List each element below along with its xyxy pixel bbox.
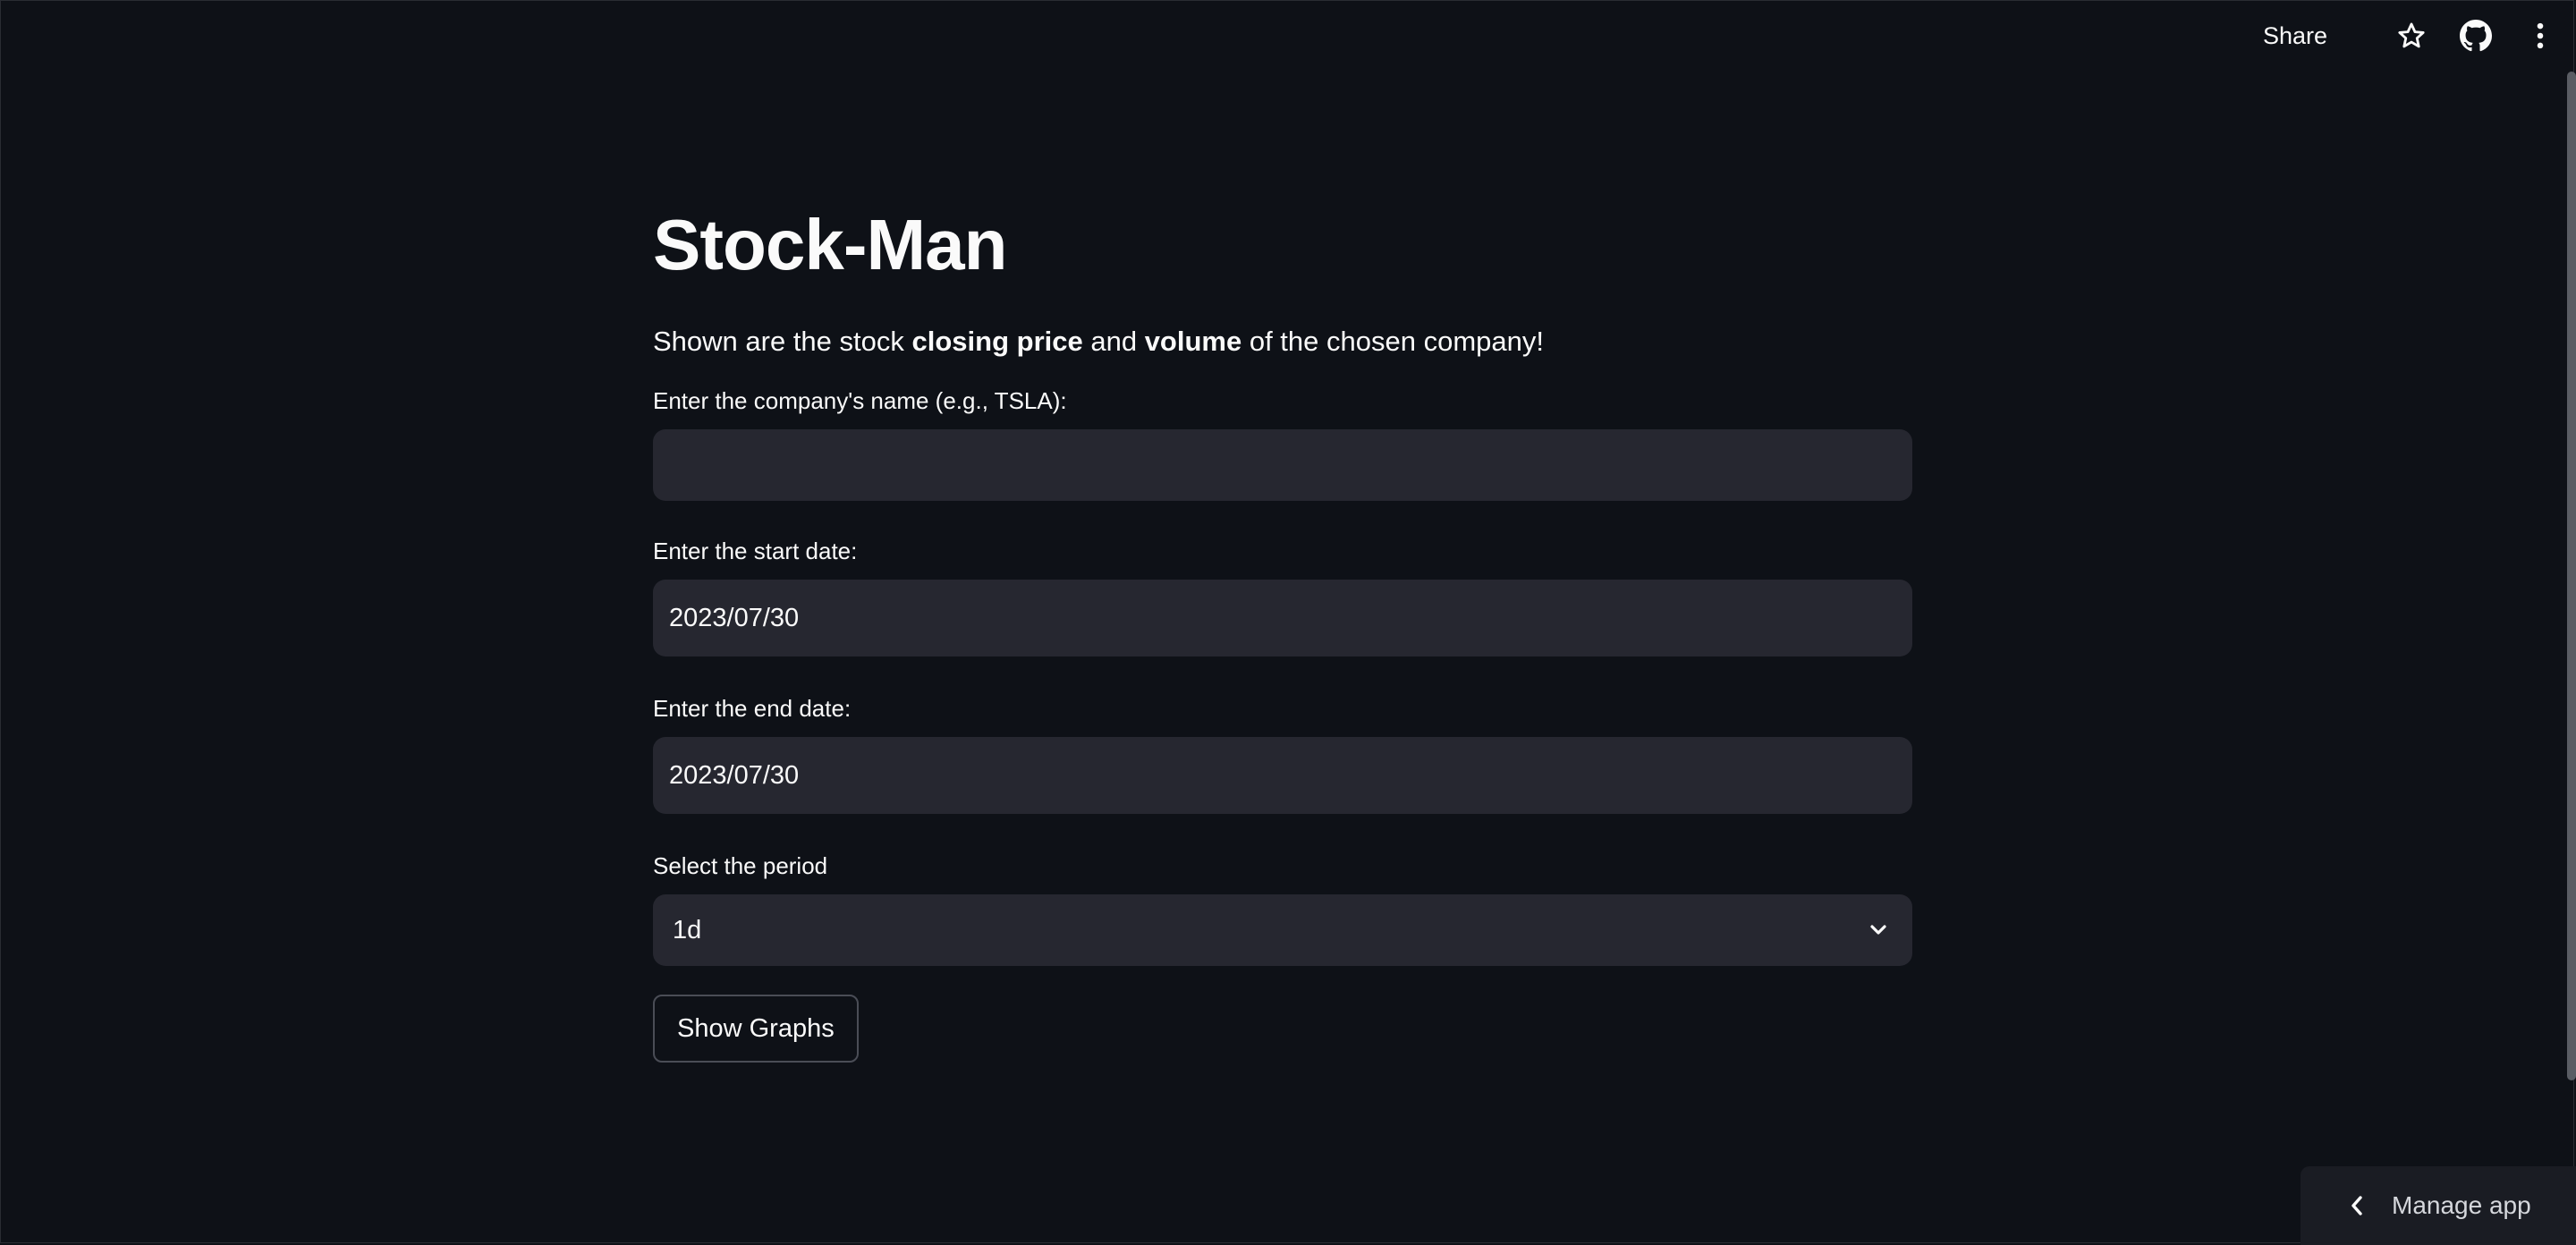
start-date-label: Enter the start date: — [653, 538, 858, 564]
vertical-scrollbar[interactable] — [2567, 72, 2576, 1080]
period-select[interactable]: 1d — [653, 894, 1912, 966]
end-date-label: Enter the end date: — [653, 695, 852, 722]
description-text-1: Shown are the stock — [653, 326, 912, 357]
show-graphs-button[interactable]: Show Graphs — [653, 995, 859, 1063]
share-button[interactable]: Share — [2254, 17, 2336, 55]
star-icon[interactable] — [2394, 18, 2429, 54]
more-vertical-icon[interactable] — [2522, 18, 2558, 54]
chevron-down-icon[interactable] — [1866, 918, 1891, 943]
start-date-input[interactable] — [653, 580, 1912, 656]
end-date-input[interactable] — [653, 737, 1912, 814]
chevron-left-icon — [2340, 1188, 2376, 1224]
github-icon[interactable] — [2458, 18, 2494, 54]
main-content: Stock-Man Shown are the stock closing pr… — [653, 195, 1912, 1063]
description-bold-closing-price: closing price — [911, 326, 1083, 357]
company-name-input[interactable] — [653, 429, 1912, 501]
description-text-3: of the chosen company! — [1241, 326, 1544, 357]
period-select-value: 1d — [673, 915, 702, 944]
manage-app-label: Manage app — [2392, 1191, 2531, 1219]
description-bold-volume: volume — [1144, 326, 1242, 357]
page-description: Shown are the stock closing price and vo… — [653, 322, 1912, 361]
manage-app-button[interactable]: Manage app — [2301, 1166, 2576, 1245]
company-field-label: Enter the company's name (e.g., TSLA): — [653, 387, 1067, 414]
period-select-label: Select the period — [653, 852, 828, 879]
page-title: Stock-Man — [653, 205, 1008, 284]
description-text-2: and — [1082, 326, 1145, 357]
app-toolbar: Share — [2254, 13, 2558, 59]
